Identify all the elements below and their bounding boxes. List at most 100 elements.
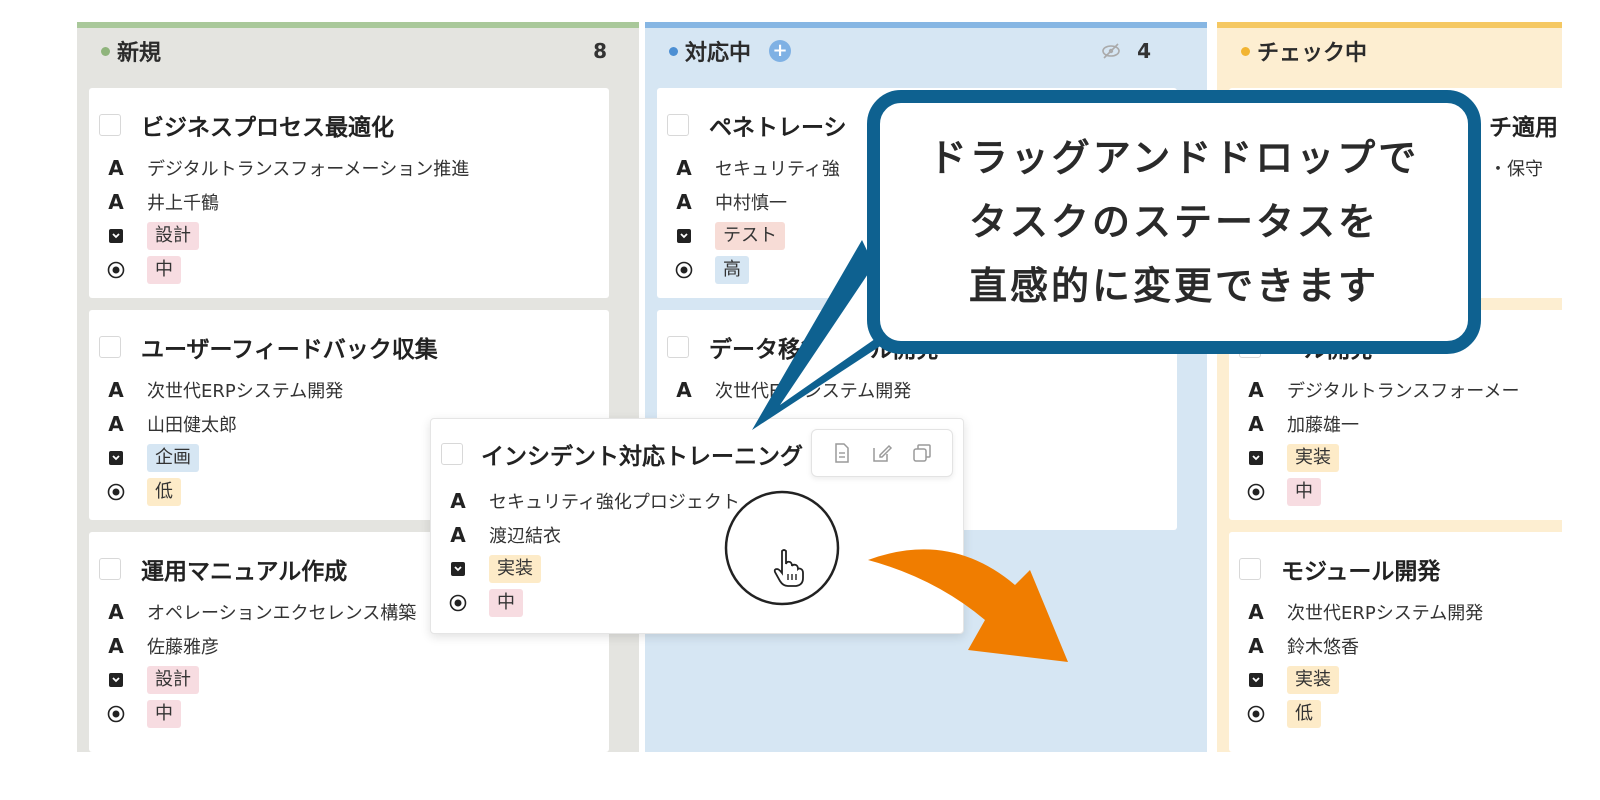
card-title: ペネトレーシ — [709, 115, 847, 141]
card-phase-row: 実装 — [1247, 444, 1339, 472]
card-title: インシデント対応トレーニング — [481, 444, 803, 470]
column-title: チェック中 — [1257, 41, 1368, 66]
radio-target-icon — [1247, 705, 1265, 723]
phase-tag: 実装 — [1287, 666, 1339, 694]
card-project-row: A デジタルトランスフォーメーション推進 — [107, 154, 469, 182]
text-property-icon: A — [108, 190, 124, 214]
text-property-icon: A — [108, 600, 124, 624]
card-project: 次世代ERPシステム開発 — [147, 381, 344, 402]
status-dot-icon — [101, 46, 110, 56]
column-header-in-progress[interactable]: 対応中 + 4 — [645, 28, 1207, 74]
tag-icon — [1247, 450, 1265, 466]
card-project: セキュリティ強化プロジェクト — [489, 492, 740, 513]
card-checkbox[interactable] — [441, 443, 463, 465]
text-property-icon: A — [108, 378, 124, 402]
card-assignee: 加藤雄一 — [1287, 415, 1359, 436]
card-assignee-row: A 山田健太郎 — [107, 410, 237, 438]
card-project: オペレーションエクセレンス構築 — [147, 603, 417, 624]
card-project: セキュリティ強 — [715, 159, 840, 180]
text-property-icon: A — [676, 378, 692, 402]
card-assignee: 井上千鶴 — [147, 193, 219, 214]
card-project: 次世代ERPシステム開発 — [1287, 603, 1484, 624]
tag-icon — [107, 228, 125, 244]
priority-tag: 中 — [147, 700, 181, 728]
column-count: 8 — [593, 39, 607, 63]
card-title: チ適用 — [1489, 115, 1558, 141]
card-assignee: 鈴木悠香 — [1287, 637, 1359, 658]
card-assignee-row: A 加藤雄一 — [1247, 410, 1359, 438]
card-project-row: A セキュリティ強化プロジェクト — [449, 487, 740, 515]
card-project: 次世代ERPシステム開発 — [715, 381, 912, 402]
priority-tag: 中 — [1287, 478, 1321, 506]
card-project-row: A セキュリティ強 — [675, 154, 840, 182]
radio-target-icon — [107, 261, 125, 279]
tag-icon — [675, 228, 693, 244]
card-assignee-row: A 佐藤雅彦 — [107, 632, 219, 660]
card-assignee-row: A 中村慎一 — [675, 188, 787, 216]
task-card[interactable]: ビジネスプロセス最適化 A デジタルトランスフォーメーション推進 A 井上千鶴 … — [89, 88, 609, 298]
text-property-icon: A — [108, 412, 124, 436]
text-property-icon: A — [676, 156, 692, 180]
card-checkbox[interactable] — [667, 336, 689, 358]
card-title: 運用マニュアル作成 — [141, 559, 348, 585]
radio-target-icon — [107, 483, 125, 501]
card-assignee: 山田健太郎 — [147, 415, 237, 436]
column-count: 4 — [1137, 39, 1151, 63]
add-card-icon[interactable]: + — [769, 40, 792, 62]
card-checkbox[interactable] — [667, 114, 689, 136]
priority-tag: 高 — [715, 256, 749, 284]
card-title: ユーザーフィードバック収集 — [141, 337, 438, 363]
hand-pointer-icon — [773, 549, 804, 587]
card-project-row: ・保守 — [1489, 154, 1543, 182]
card-phase-row: 設計 — [107, 666, 199, 694]
eye-hidden-icon[interactable] — [1101, 42, 1121, 60]
phase-tag: 企画 — [147, 444, 199, 472]
card-priority-row: 中 — [1247, 478, 1321, 506]
task-card[interactable]: モジュール開発 A 次世代ERPシステム開発 A 鈴木悠香 実装 低 — [1229, 532, 1562, 752]
phase-tag: 実装 — [489, 555, 541, 583]
card-project: デジタルトランスフォーメーション推進 — [147, 159, 470, 180]
column-title: 新規 — [117, 41, 162, 66]
phase-tag: 設計 — [147, 222, 199, 250]
text-property-icon: A — [1248, 600, 1264, 624]
tag-icon — [449, 561, 467, 577]
card-title: モジュール開発 — [1281, 559, 1441, 585]
radio-target-icon — [1247, 483, 1265, 501]
card-project-row: A 次世代ERPシステム開発 — [107, 376, 343, 404]
card-phase-row: 企画 — [107, 444, 199, 472]
card-checkbox[interactable] — [99, 558, 121, 580]
tag-icon — [107, 450, 125, 466]
priority-tag: 低 — [1287, 700, 1321, 728]
card-priority-row: 高 — [675, 256, 749, 284]
card-project: ・保守 — [1489, 159, 1543, 180]
card-priority-row: 中 — [107, 700, 181, 728]
card-checkbox[interactable] — [1239, 558, 1261, 580]
document-icon[interactable] — [829, 440, 855, 466]
status-dot-icon — [669, 46, 678, 56]
priority-tag: 中 — [147, 256, 181, 284]
priority-tag: 中 — [489, 589, 523, 617]
card-title: ビジネスプロセス最適化 — [141, 115, 394, 141]
card-action-toolbar — [811, 429, 953, 477]
card-phase-row: 実装 — [1247, 666, 1339, 694]
column-header-new[interactable]: 新規 8 — [77, 28, 639, 74]
edit-icon[interactable] — [869, 440, 895, 466]
copy-icon[interactable] — [909, 440, 935, 466]
text-property-icon: A — [108, 634, 124, 658]
kanban-board: 新規 8 ビジネスプロセス最適化 A デジタルトランスフォーメーション推進 A … — [0, 0, 1600, 800]
card-checkbox[interactable] — [99, 336, 121, 358]
radio-target-icon — [107, 705, 125, 723]
column-new: 新規 8 ビジネスプロセス最適化 A デジタルトランスフォーメーション推進 A … — [77, 22, 639, 752]
drag-direction-arrow-icon — [868, 549, 1068, 662]
tag-icon — [107, 672, 125, 688]
callout-line: タスクのステータスを — [968, 200, 1379, 244]
card-project-row: A デジタルトランスフォーメー — [1247, 376, 1519, 404]
card-assignee-row: A 渡辺結衣 — [449, 521, 561, 549]
card-project-row: A オペレーションエクセレンス構築 — [107, 598, 416, 626]
card-checkbox[interactable] — [99, 114, 121, 136]
column-header-checking[interactable]: チェック中 — [1217, 28, 1562, 74]
text-property-icon: A — [676, 190, 692, 214]
radio-target-icon — [449, 594, 467, 612]
phase-tag: 実装 — [1287, 444, 1339, 472]
card-priority-row: 中 — [107, 256, 181, 284]
